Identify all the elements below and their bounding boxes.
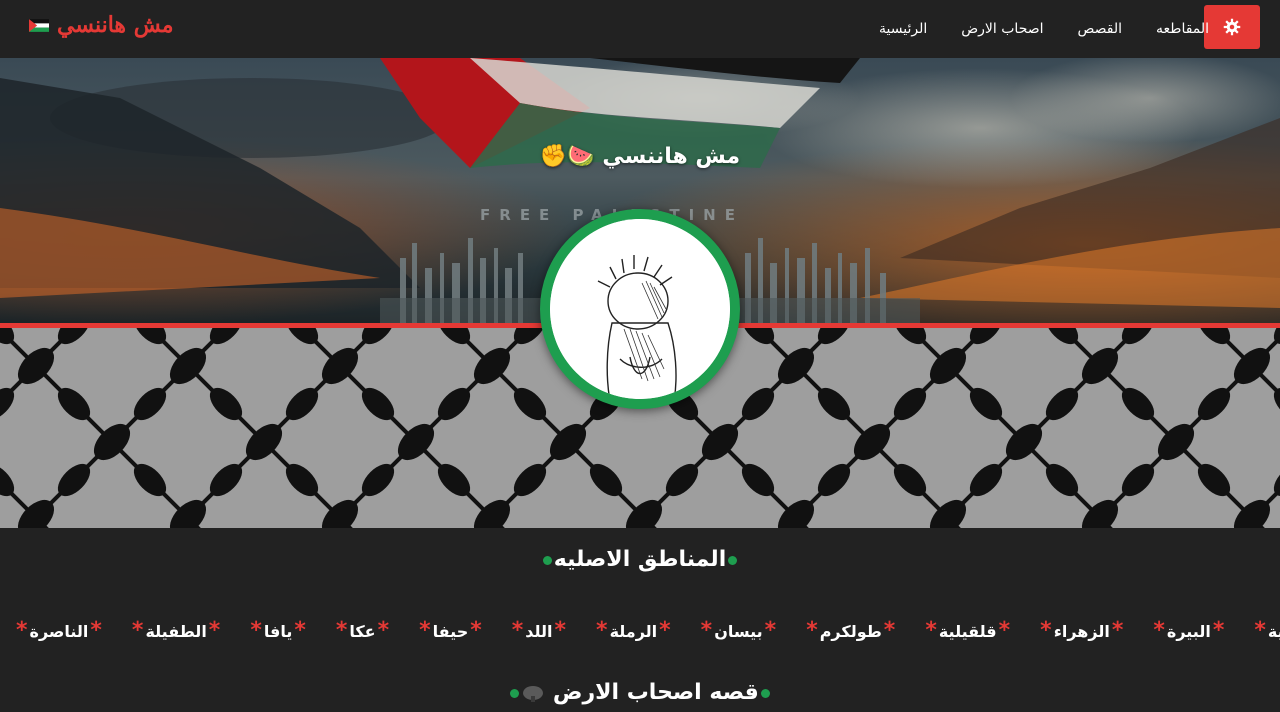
region-name: قلقيلية xyxy=(938,622,997,641)
olive-tree-icon xyxy=(523,686,544,702)
hero-title: مش هاننسي 🍉✊ xyxy=(539,144,741,169)
red-star-icon: * xyxy=(1212,618,1225,643)
story-title-text: قصه اصحاب الارض xyxy=(552,680,759,705)
nav-link-stories[interactable]: القصص xyxy=(1078,21,1123,37)
profile-avatar xyxy=(540,209,740,409)
region-item: * يافا* xyxy=(250,618,306,643)
region-item: * الرملة* xyxy=(596,618,671,643)
region-item: * قلقيلية* xyxy=(925,618,1010,643)
red-star-icon: * xyxy=(883,618,896,643)
region-name: البيرة xyxy=(1166,622,1211,641)
nav-link-boycott[interactable]: المقاطعه xyxy=(1156,21,1209,37)
red-star-icon: * xyxy=(925,618,937,643)
red-star-icon: * xyxy=(1254,618,1266,643)
regions-title-text: المناطق الاصليه xyxy=(553,547,727,572)
region-name: الزهراء xyxy=(1053,622,1110,641)
red-star-icon: * xyxy=(554,618,567,643)
region-item: * بيسان* xyxy=(701,618,777,643)
nav-link-home[interactable]: الرئيسية xyxy=(879,21,927,37)
region-name: طولكرم xyxy=(819,622,882,641)
top-navbar: الرئيسية اصحاب الارض القصص المقاطعه مش ه… xyxy=(0,0,1280,58)
handala-icon xyxy=(550,219,730,399)
region-item: * الطفيلة* xyxy=(132,618,220,643)
green-dot-icon xyxy=(510,688,520,698)
green-dot-icon xyxy=(760,688,770,698)
red-star-icon: * xyxy=(1153,618,1165,643)
red-star-icon: * xyxy=(250,618,262,643)
red-star-icon: * xyxy=(419,618,431,643)
regions-section-title: المناطق الاصليه xyxy=(0,547,1280,572)
red-star-icon: * xyxy=(596,618,608,643)
region-item: * اللد* xyxy=(512,618,566,643)
brand-title: مش هاننسي xyxy=(57,12,174,38)
red-star-icon: * xyxy=(335,618,348,643)
red-star-icon: * xyxy=(131,618,144,643)
region-item: * البيرة* xyxy=(1153,618,1224,643)
nav-links: الرئيسية اصحاب الارض القصص المقاطعه xyxy=(862,0,1226,58)
red-star-icon: * xyxy=(764,618,777,643)
region-name: اللد xyxy=(525,622,553,641)
region-item: * طولكرم* xyxy=(806,618,895,643)
red-star-icon: * xyxy=(511,618,524,643)
red-star-icon: * xyxy=(90,618,102,643)
red-star-icon: * xyxy=(470,618,482,643)
red-star-icon: * xyxy=(294,618,306,643)
region-name: الناصرة xyxy=(29,622,89,641)
brand-logo[interactable]: مش هاننسي xyxy=(20,12,174,38)
red-star-icon: * xyxy=(998,618,1011,643)
red-star-icon: * xyxy=(1040,618,1052,643)
region-name: الطفيلة xyxy=(145,622,207,641)
green-dot-icon xyxy=(728,555,738,565)
regions-list: * الناصرة* * الطفيلة* * يافا* * عكا* * حيفا* * اللد… xyxy=(16,618,1280,643)
region-item: *عية* xyxy=(1254,618,1280,643)
red-star-icon: * xyxy=(16,618,28,643)
red-star-icon: * xyxy=(806,618,818,643)
red-star-icon: * xyxy=(377,618,390,643)
region-name: حيفا xyxy=(432,622,469,641)
red-star-icon: * xyxy=(1111,618,1124,643)
red-star-icon: * xyxy=(208,618,221,643)
region-name: يافا xyxy=(263,622,293,641)
region-name: بيسان xyxy=(714,622,763,641)
palestine-flag-icon xyxy=(29,18,49,32)
region-item: * حيفا* xyxy=(419,618,482,643)
region-item: * عكا* xyxy=(336,618,389,643)
green-dot-icon xyxy=(542,555,552,565)
region-name: عية xyxy=(1267,622,1280,641)
region-item: * الناصرة* xyxy=(16,618,102,643)
story-section-title: قصه اصحاب الارض xyxy=(0,680,1280,705)
region-name: الرملة xyxy=(609,622,658,641)
nav-link-land-owners[interactable]: اصحاب الارض xyxy=(961,21,1043,37)
red-star-icon: * xyxy=(700,618,713,643)
red-star-icon: * xyxy=(659,618,671,643)
region-item: * الزهراء* xyxy=(1040,618,1123,643)
region-name: عكا xyxy=(349,622,376,641)
